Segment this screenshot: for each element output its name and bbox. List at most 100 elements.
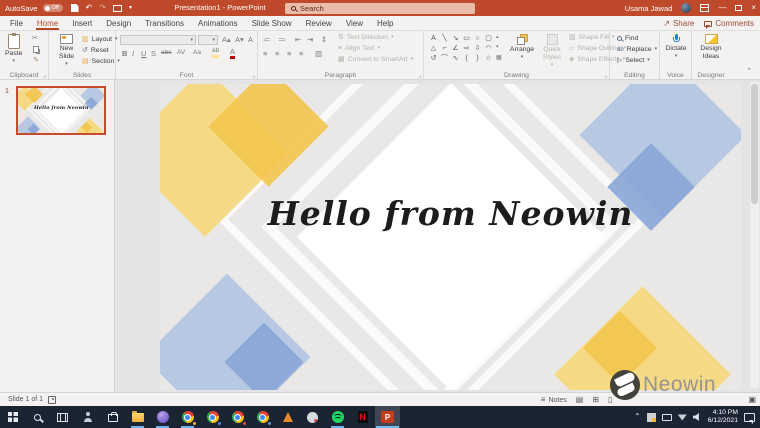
shape-icon[interactable]: ( <box>461 53 472 63</box>
shape-icon[interactable]: ∿ <box>450 53 461 63</box>
numbering-icon[interactable]: ≕ <box>278 36 286 44</box>
share-button[interactable]: ↗ Share <box>663 19 694 28</box>
shape-icon[interactable]: ⇨ <box>461 43 472 53</box>
align-justify-icon[interactable]: ≡ <box>299 50 303 58</box>
section-button[interactable]: ▤ Section ▾ <box>82 58 120 65</box>
chrome-profile-3-button[interactable] <box>225 406 250 428</box>
scrollbar-thumb[interactable] <box>751 84 758 204</box>
columns-icon[interactable]: ▥ <box>315 50 322 58</box>
shape-icon[interactable]: ↘ <box>450 33 461 43</box>
tab-help[interactable]: Help <box>370 16 400 30</box>
tab-animations[interactable]: Animations <box>191 16 245 30</box>
save-icon[interactable] <box>71 4 79 12</box>
ribbon-display-options-icon[interactable] <box>700 4 709 12</box>
strikethrough-button[interactable]: abc <box>161 50 171 57</box>
design-ideas-button[interactable]: Design Ideas <box>695 34 727 61</box>
text-shadow-button[interactable]: S <box>151 50 156 58</box>
tab-slide-show[interactable]: Slide Show <box>245 16 299 30</box>
tab-insert[interactable]: Insert <box>65 16 99 30</box>
shapes-more-icon[interactable]: ▦ <box>496 54 502 61</box>
tray-screenshot-icon[interactable] <box>647 413 656 422</box>
align-center-icon[interactable]: ≡ <box>275 50 279 58</box>
tab-home[interactable]: Home <box>30 16 65 30</box>
replace-button[interactable]: ab Replace ▾ <box>617 46 657 53</box>
increase-indent-icon[interactable]: ⇥ <box>307 36 313 44</box>
tab-transitions[interactable]: Transitions <box>138 16 191 30</box>
shape-fill-button[interactable]: ▨ Shape Fill ▾ <box>569 34 614 41</box>
close-button[interactable]: × <box>751 4 756 12</box>
shape-icon[interactable]: ↺ <box>428 53 439 63</box>
shape-icon[interactable]: ) <box>472 53 483 63</box>
paste-button[interactable]: Paste ▾ <box>5 34 22 64</box>
shape-icon[interactable]: △ <box>428 43 439 53</box>
line-spacing-icon[interactable]: ⇕ <box>321 36 327 44</box>
notes-button[interactable]: ≡ Notes <box>541 396 567 404</box>
align-right-icon[interactable]: ≡ <box>287 50 291 58</box>
shape-icon[interactable]: ⌐ <box>439 43 450 53</box>
paragraph-dialog-launcher[interactable]: ⌟ <box>418 73 421 79</box>
normal-view-icon[interactable]: ▤ <box>576 396 584 404</box>
shapes-scroll-down-icon[interactable]: ▾ <box>496 44 499 50</box>
search-box[interactable]: Search <box>285 3 475 14</box>
underline-button[interactable]: U <box>141 50 146 58</box>
shape-icon[interactable]: A <box>428 33 439 43</box>
minimize-button[interactable]: — <box>718 4 726 12</box>
tab-view[interactable]: View <box>339 16 370 30</box>
cut-button[interactable]: ✂ <box>32 35 38 42</box>
accessibility-icon[interactable] <box>48 396 56 404</box>
align-left-icon[interactable]: ≡ <box>263 50 267 58</box>
autosave-toggle[interactable]: Off <box>43 4 63 12</box>
spotify-button[interactable] <box>325 406 350 428</box>
slide-sorter-icon[interactable]: ⊞ <box>592 396 599 404</box>
shape-icon[interactable]: ▢ <box>483 33 494 43</box>
font-dialog-launcher[interactable]: ⌟ <box>252 73 255 79</box>
font-name-combo[interactable]: ▾ <box>120 35 196 45</box>
slide-thumbnail[interactable]: Hello from Neowin <box>16 86 106 135</box>
powerpoint-taskbar-button[interactable]: P <box>375 406 400 428</box>
decrease-font-icon[interactable]: A▾ <box>235 36 244 44</box>
bullets-icon[interactable]: ≔ <box>263 36 271 44</box>
teams-app-button[interactable] <box>150 406 175 428</box>
arrange-button[interactable]: Arrange ▾ <box>508 34 536 60</box>
file-explorer-button[interactable] <box>125 406 150 428</box>
layout-button[interactable]: ▥ Layout ▾ <box>82 36 118 43</box>
reading-view-icon[interactable]: ▯ <box>608 396 612 404</box>
undo-icon[interactable]: ↶ <box>86 4 93 12</box>
convert-to-smartart-button[interactable]: ▦ Convert to SmartArt ▾ <box>338 56 413 63</box>
microsoft-store-button[interactable] <box>100 406 125 428</box>
clipboard-dialog-launcher[interactable]: ⌟ <box>43 73 46 79</box>
tray-device-icon[interactable] <box>662 414 672 421</box>
find-button[interactable]: Find <box>617 35 638 42</box>
shape-icon[interactable]: ▭ <box>461 33 472 43</box>
new-slide-button[interactable]: New Slide ▾ <box>53 34 80 67</box>
shape-icon[interactable]: ∠ <box>450 43 461 53</box>
user-name[interactable]: Usama Jawad <box>625 4 673 13</box>
italic-button[interactable]: I <box>132 50 134 58</box>
comments-button[interactable]: Comments <box>704 19 754 28</box>
fit-slide-icon[interactable]: ▣ <box>748 396 756 404</box>
start-slideshow-icon[interactable] <box>113 5 122 12</box>
shape-icon[interactable]: ◠ <box>483 43 494 53</box>
shape-icon[interactable]: ⇩ <box>472 43 483 53</box>
align-text-button[interactable]: ≡ Align Text ▾ <box>338 45 380 52</box>
chrome-profile-1-button[interactable] <box>175 406 200 428</box>
shape-icon[interactable]: ☆ <box>483 53 494 63</box>
copy-button[interactable] <box>33 46 39 53</box>
dictate-button[interactable]: Dictate ▾ <box>664 34 688 59</box>
avatar[interactable] <box>681 3 691 13</box>
tab-design[interactable]: Design <box>99 16 138 30</box>
font-size-combo[interactable]: ▾ <box>198 35 218 45</box>
vlc-button[interactable] <box>275 406 300 428</box>
slide-title-text[interactable]: Hello from Neowin <box>160 194 741 233</box>
shape-icon[interactable]: ╲ <box>439 33 450 43</box>
text-direction-button[interactable]: ⇅ Text Direction ▾ <box>338 34 394 41</box>
speaker-icon[interactable] <box>693 413 702 421</box>
paint-app-button[interactable] <box>300 406 325 428</box>
increase-font-icon[interactable]: A▴ <box>222 36 231 44</box>
slide-canvas[interactable]: Hello from Neowin <box>160 84 741 390</box>
select-button[interactable]: ▷ Select ▾ <box>617 57 650 64</box>
action-center-icon[interactable] <box>744 413 755 422</box>
redo-icon[interactable]: ↷ <box>99 4 106 12</box>
tab-file[interactable]: File <box>3 16 30 30</box>
customize-quick-access-icon[interactable]: ▾ <box>129 5 132 11</box>
